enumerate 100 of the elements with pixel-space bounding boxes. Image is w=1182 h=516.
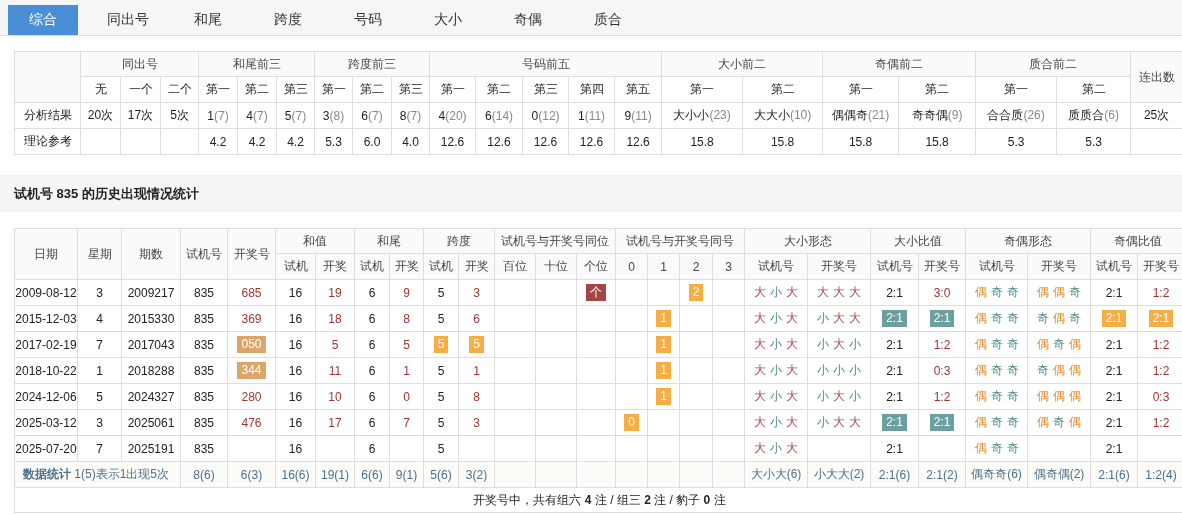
column-header: 连出数 — [1130, 51, 1182, 103]
shape-character: 大 — [754, 363, 766, 377]
table-cell: 8(7) — [391, 102, 430, 129]
column-header: 试机号 — [180, 228, 228, 280]
table-cell: 16 — [275, 383, 316, 410]
shape-character: 偶 — [974, 441, 987, 455]
table-cell: 16 — [275, 357, 316, 384]
table-cell: 4.0 — [391, 128, 430, 155]
table-cell: 685 — [227, 279, 276, 306]
table-cell: 7 — [389, 409, 424, 436]
table-cell: 6 — [354, 435, 390, 462]
tab[interactable]: 同出号 — [88, 5, 168, 35]
column-header: 号码前五 — [429, 51, 662, 77]
column-header: 大小形态 — [744, 228, 871, 254]
tab[interactable]: 跨度 — [248, 5, 328, 35]
shape-character: 奇 — [1037, 363, 1049, 377]
shape-character: 奇 — [990, 441, 1003, 455]
shape-character: 偶 — [1037, 389, 1049, 403]
tab[interactable]: 质合 — [568, 5, 648, 35]
table-cell: 835 — [180, 435, 228, 462]
table-cell: 1 — [389, 357, 424, 384]
row-label: 理论参考 — [14, 128, 81, 155]
table-cell: 3:0 — [918, 279, 966, 306]
table-cell: 16 — [275, 409, 316, 436]
table-cell: 16 — [275, 279, 316, 306]
table-cell: 5 — [315, 331, 355, 358]
column-header: 奇偶前二 — [822, 51, 976, 77]
table-cell: 17 — [315, 409, 355, 436]
shape-character: 大 — [754, 337, 766, 351]
table-cell: 2025-07-20 — [14, 435, 78, 462]
table-cell: 2:1 — [870, 383, 919, 410]
table-cell: 18 — [315, 305, 355, 332]
shape-character: 奇 — [990, 363, 1003, 377]
table-cell: 835 — [180, 383, 228, 410]
column-header: 日期 — [14, 228, 78, 280]
table-cell: 8 — [458, 383, 495, 410]
shape-character: 大 — [786, 311, 798, 325]
table-cell: 5 — [423, 305, 459, 332]
shape-character: 大 — [833, 337, 845, 351]
shape-character: 小 — [770, 311, 782, 325]
shape-character: 大 — [849, 311, 861, 325]
highlighted-value: 2:1 — [929, 414, 955, 431]
table-cell: 2009217 — [121, 279, 181, 306]
table-cell: 0:3 — [918, 357, 966, 384]
table-cell: 5 — [423, 435, 459, 462]
table-cell: 5.3 — [314, 128, 353, 155]
table-cell: 0 — [389, 383, 424, 410]
table-cell: 1 — [77, 357, 122, 384]
table-cell: 2:1 — [870, 357, 919, 384]
shape-character: 大 — [833, 311, 845, 325]
shape-character: 大 — [786, 389, 798, 403]
column-header: 第二 — [898, 76, 976, 103]
highlighted-value: 2:1 — [1148, 310, 1174, 327]
table-cell: 5(7) — [276, 102, 315, 129]
table-cell: 369 — [227, 305, 276, 332]
shape-character: 大 — [754, 389, 766, 403]
shape-character: 大 — [754, 441, 766, 455]
column-header: 第二 — [1056, 76, 1131, 103]
table-cell: 10 — [315, 383, 355, 410]
table-cell: 5 — [423, 383, 459, 410]
table-cell: 20次 — [80, 102, 121, 129]
shape-character: 大 — [786, 415, 798, 429]
table-cell: 3 — [77, 279, 122, 306]
table-cell: 11 — [315, 357, 355, 384]
tab[interactable]: 大小 — [408, 5, 488, 35]
table-cell: 835 — [180, 331, 228, 358]
table-cell: 大小小(23) — [661, 102, 743, 129]
table-cell: 2:1 — [1090, 357, 1138, 384]
table-cell: 476 — [227, 409, 276, 436]
table-cell: 16 — [275, 305, 316, 332]
table-cell: 5 — [423, 279, 459, 306]
shape-character: 小 — [770, 415, 782, 429]
highlighted-value: 1 — [656, 310, 671, 327]
table-cell: 12.6 — [522, 128, 569, 155]
table-cell: 4(7) — [237, 102, 277, 129]
highlighted-value: 1 — [656, 336, 671, 353]
tab[interactable]: 奇偶 — [488, 5, 568, 35]
column-header: 大小比值 — [870, 228, 966, 254]
column-header: 第一 — [822, 76, 899, 103]
shape-character: 小 — [817, 363, 829, 377]
tab[interactable]: 号码 — [328, 5, 408, 35]
shape-character: 偶 — [1053, 311, 1065, 325]
table-cell: 1(11) — [568, 102, 615, 129]
tab[interactable]: 和尾 — [168, 5, 248, 35]
table-cell: 偶偶奇(21) — [822, 102, 899, 129]
table-cell: 4 — [77, 305, 122, 332]
shape-character: 偶 — [1069, 363, 1081, 377]
shape-character: 大 — [833, 285, 845, 299]
table-cell: 5.3 — [975, 128, 1057, 155]
table-cell: 1 — [458, 357, 495, 384]
table-cell: 15.8 — [661, 128, 743, 155]
column-header: 星期 — [77, 228, 122, 280]
shape-character: 偶 — [1037, 337, 1049, 351]
table-cell: 5 — [423, 409, 459, 436]
table-cell: 7 — [77, 331, 122, 358]
table-cell: 2:1 — [1090, 279, 1138, 306]
shape-character: 大 — [786, 285, 798, 299]
shape-character: 奇 — [990, 337, 1003, 351]
shape-character: 小 — [849, 337, 861, 351]
column-header: 质合前二 — [975, 51, 1131, 77]
